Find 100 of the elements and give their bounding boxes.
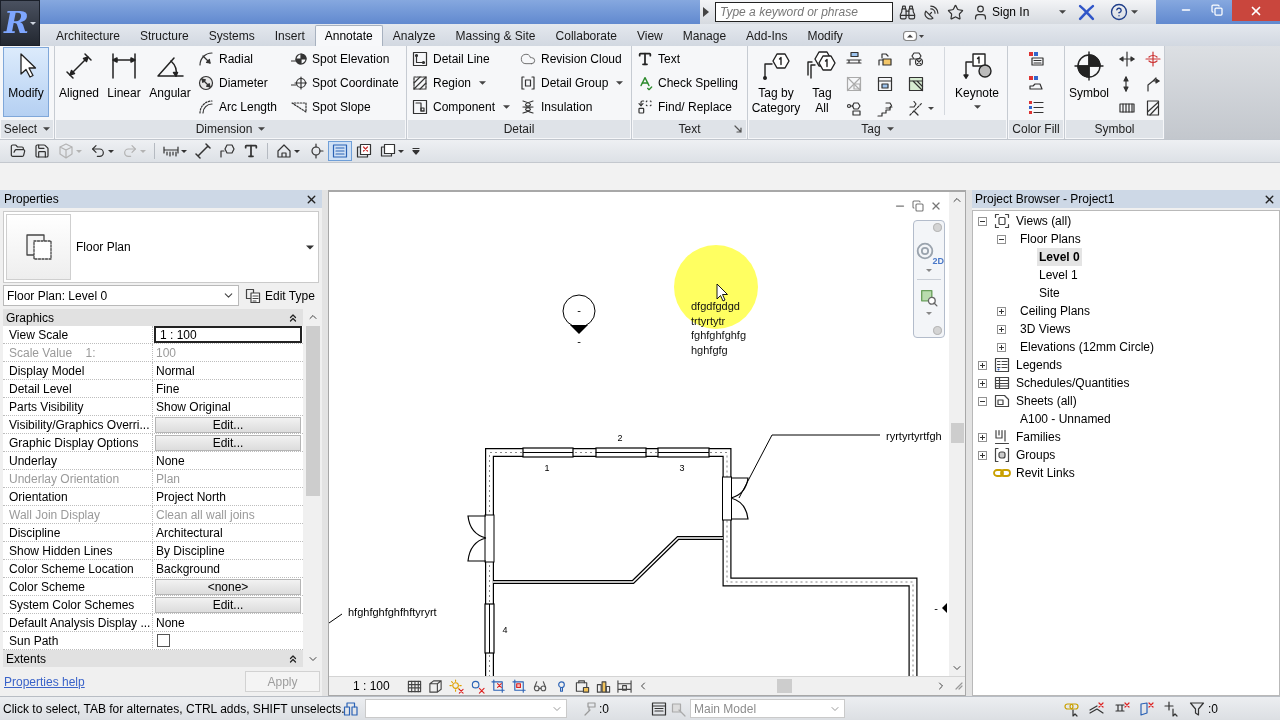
binoculars-icon[interactable]	[899, 3, 916, 21]
ribbon-button[interactable]: Find/ Replace	[635, 96, 741, 118]
star-icon[interactable]	[947, 3, 964, 21]
search-field[interactable]: Type a keyword or phrase	[715, 2, 893, 22]
window-panel-icon[interactable]	[877, 76, 893, 92]
stair-tag-icon[interactable]	[877, 100, 893, 117]
color-area-icon[interactable]	[1028, 75, 1044, 91]
sign-in-button[interactable]: Sign In	[972, 2, 1030, 22]
ribbon-button[interactable]: Tag All	[804, 47, 840, 117]
analytical-model-icon[interactable]	[617, 678, 632, 694]
drag-elements-icon[interactable]	[1164, 700, 1180, 717]
select-by-face-icon[interactable]	[1139, 700, 1155, 717]
tag-node-icon[interactable]	[846, 100, 862, 117]
diagonal-tag-icon[interactable]	[908, 100, 925, 117]
tree-item[interactable]: Ceiling Plans	[1018, 302, 1093, 320]
window-list-icon[interactable]	[651, 700, 667, 717]
ribbon-button[interactable]: Region	[410, 72, 518, 94]
ribbon-button[interactable]: Spot Elevation	[289, 48, 401, 70]
tree-item[interactable]: Schedules/Quantities	[1014, 374, 1132, 392]
tag-cross-icon[interactable]	[908, 51, 925, 68]
tree-item[interactable]: Site	[1037, 284, 1062, 302]
tree-item[interactable]: Elevations (12mm Circle)	[1018, 338, 1157, 356]
ribbon-button[interactable]: Check Spelling	[635, 72, 741, 94]
folder-tag-icon[interactable]	[877, 51, 893, 68]
ribbon-button[interactable]: Aligned	[55, 47, 103, 117]
scrollbar-thumb[interactable]	[306, 326, 320, 496]
beam-symbol-icon[interactable]	[1145, 51, 1161, 67]
tree-item[interactable]: Sheets (all)	[1014, 392, 1079, 410]
property-group-header[interactable]: Extents	[3, 650, 303, 667]
tree-item[interactable]: Families	[1014, 428, 1063, 446]
steering-wheel-button[interactable]: 2D	[914, 242, 944, 266]
ribbon-tab[interactable]: Collaborate	[545, 25, 627, 46]
property-button[interactable]: Edit...	[155, 596, 301, 613]
ribbon-tab[interactable]: Manage	[672, 25, 737, 46]
span-direction-icon[interactable]	[1119, 51, 1135, 67]
expand-toggle-icon[interactable]	[997, 324, 1006, 334]
shadows-icon[interactable]	[470, 678, 485, 694]
color-legend-icon[interactable]	[1028, 51, 1044, 67]
tree-item[interactable]: 3D Views	[1018, 320, 1073, 338]
ribbon-tab[interactable]: Annotate	[314, 25, 383, 46]
workset-icon[interactable]	[343, 700, 359, 717]
ribbon-button[interactable]: Detail Group	[518, 72, 626, 94]
panel-title-bar[interactable]: Dimension	[56, 120, 405, 138]
type-selector[interactable]: Floor Plan	[3, 211, 319, 283]
color-list-icon[interactable]	[1028, 99, 1044, 115]
ribbon-button[interactable]: Linear	[103, 47, 145, 117]
properties-help-link[interactable]: Properties help	[4, 672, 85, 691]
ribbon-button[interactable]: Component	[410, 96, 518, 118]
ribbon-toggle-icon[interactable]	[902, 31, 925, 41]
ribbon-tab[interactable]: Modify	[797, 25, 853, 46]
ribbon-button[interactable]: Text	[635, 48, 741, 70]
edit-type-button[interactable]: Edit Type	[243, 285, 317, 306]
glasses-icon[interactable]	[533, 678, 548, 694]
crop-region-icon[interactable]	[512, 678, 527, 694]
ribbon-button[interactable]: Detail Line	[410, 48, 518, 70]
dialog-launcher-icon[interactable]	[734, 125, 742, 133]
tree-item[interactable]: Legends	[1014, 356, 1065, 374]
tree-item[interactable]: Views (all)	[1014, 212, 1074, 230]
sun-icon[interactable]	[449, 678, 464, 694]
ribbon-button[interactable]: Diameter	[196, 72, 287, 94]
expand-toggle-icon[interactable]	[978, 450, 987, 460]
select-links-icon[interactable]	[1064, 700, 1080, 717]
tree-item[interactable]: Revit Links	[1014, 464, 1077, 482]
restore-icon[interactable]	[912, 200, 924, 212]
tree-item[interactable]: A100 - Unnamed	[1018, 410, 1113, 428]
expand-toggle-icon[interactable]	[978, 360, 987, 370]
help-icon[interactable]	[1110, 3, 1129, 21]
instance-dropdown[interactable]: Floor Plan: Level 0	[3, 285, 239, 306]
property-button[interactable]: Edit...	[155, 416, 301, 433]
hatched-panel-icon[interactable]	[908, 76, 925, 92]
scrollbar-thumb[interactable]	[777, 679, 792, 693]
tree-item[interactable]: Groups	[1014, 446, 1058, 464]
panel-title-bar[interactable]: Select	[1, 120, 53, 138]
tree-item[interactable]: Floor Plans	[1018, 230, 1083, 248]
ribbon-button[interactable]: Insulation	[518, 96, 626, 118]
ribbon-button[interactable]: Revision Cloud	[518, 48, 626, 70]
detail-level-icon[interactable]	[407, 678, 422, 694]
ribbon-tab[interactable]: Architecture	[46, 25, 131, 46]
property-value-field[interactable]: 1 : 100	[154, 326, 302, 343]
scrollbar-thumb[interactable]	[950, 423, 964, 443]
collapse-toggle-icon[interactable]	[997, 234, 1006, 244]
panel-title-bar[interactable]: Tag	[749, 120, 1006, 138]
property-button[interactable]: <none>	[155, 578, 301, 595]
property-group-header[interactable]: Graphics	[3, 309, 303, 326]
ribbon-button[interactable]: Tag by Category	[748, 47, 804, 117]
ribbon-tab[interactable]: Structure	[130, 25, 199, 46]
ribbon-tab[interactable]: Insert	[264, 25, 315, 46]
ribbon-button[interactable]: Spot Slope	[289, 96, 401, 118]
cube-icon[interactable]	[428, 678, 443, 694]
branch-arrow-icon[interactable]	[1145, 75, 1161, 92]
ribbon-button[interactable]: Keynote	[947, 47, 1007, 117]
ribbon-tab[interactable]: Add-Ins	[736, 25, 798, 46]
hatched-rect-icon[interactable]	[1145, 100, 1161, 117]
checkbox[interactable]	[157, 634, 170, 647]
ribbon-button[interactable]: Modify	[3, 47, 49, 117]
locked-view-icon[interactable]	[575, 678, 590, 694]
application-menu-button[interactable]: R	[0, 0, 40, 46]
expand-toggle-icon[interactable]	[997, 342, 1006, 352]
zoom-region-icon[interactable]	[920, 289, 938, 307]
ribbon-button[interactable]: Arc Length	[196, 96, 287, 118]
